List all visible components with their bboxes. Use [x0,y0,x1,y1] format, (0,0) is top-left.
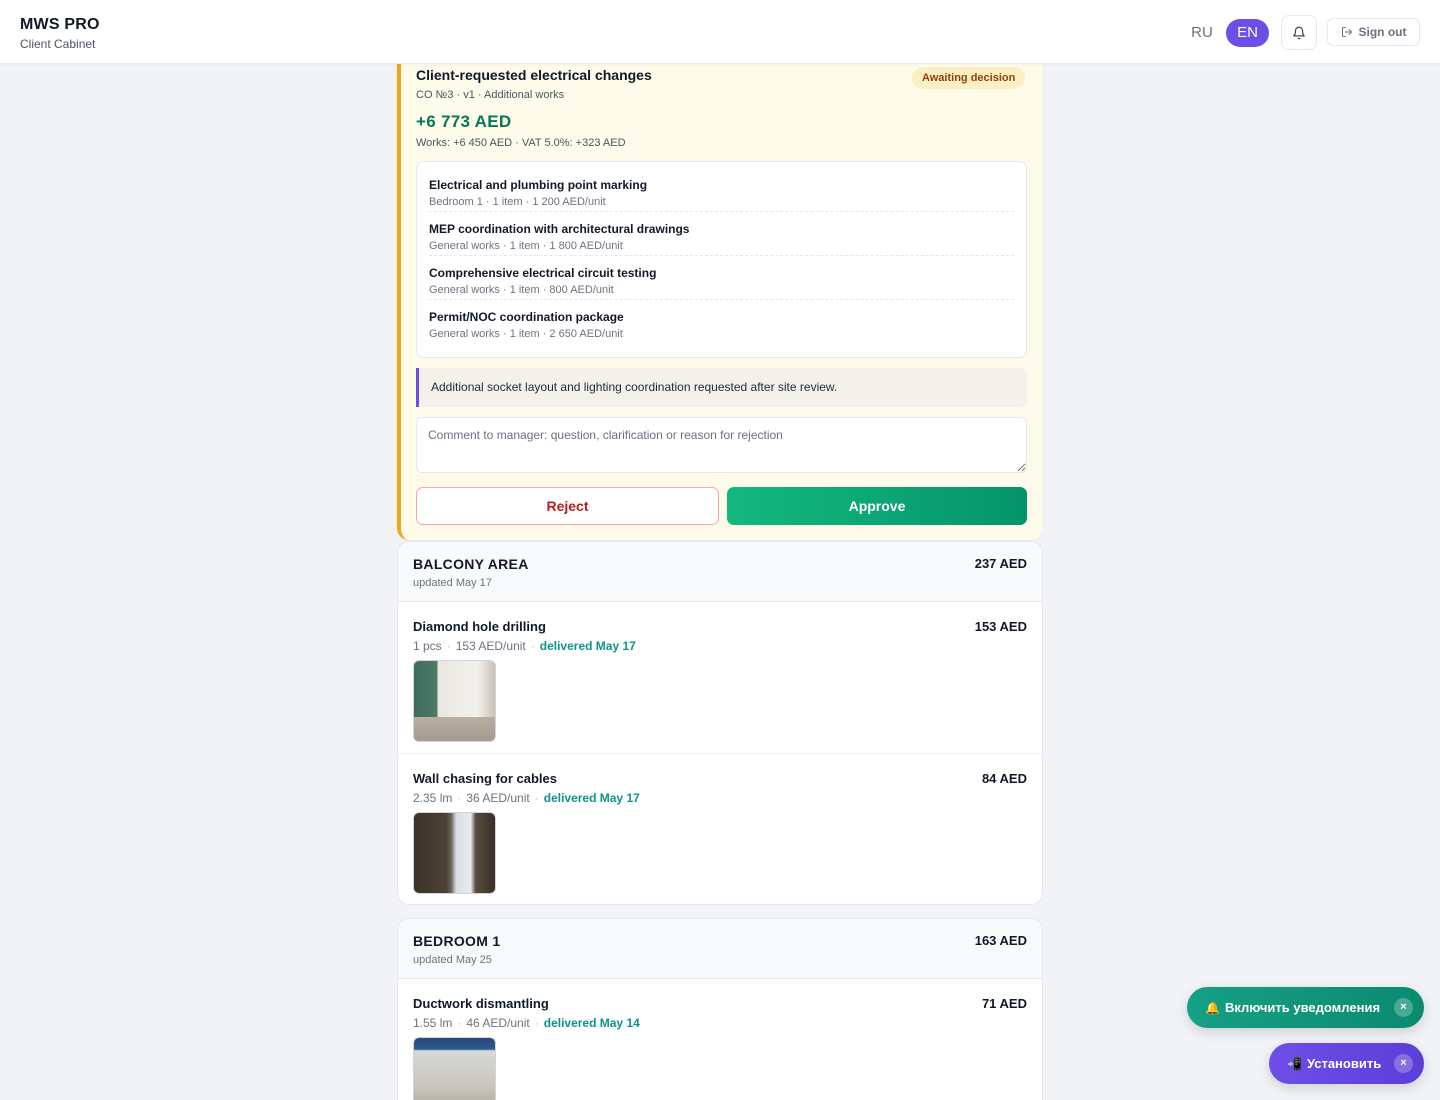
brand-subtitle: Client Cabinet [20,37,96,51]
work-row: Wall chasing for cables 84 AED 2.35 lm · 3… [398,754,1042,904]
item-name: Electrical and plumbing point marking [429,178,648,192]
list-item: Electrical and plumbing point marking Be… [429,168,1014,212]
work-photo-thumbnail[interactable] [413,1037,496,1100]
item-meta: General works · 1 item · 2 650 AED/unit [429,328,623,340]
room-card-balcony: BALCONY AREA updated May 17 237 AED Diam… [397,541,1043,905]
change-order-breakdown: Works: +6 450 AED · VAT 5.0%: +323 AED [416,137,626,149]
bell-icon [1293,26,1305,39]
install-app-button[interactable]: 📲 Установить × [1269,1043,1424,1084]
room-total: 237 AED [974,556,1027,571]
brand[interactable]: MWS PRO Client Cabinet [20,16,100,51]
manager-note: Additional socket layout and lighting co… [416,368,1027,407]
work-name: Wall chasing for cables [413,771,558,786]
work-delivered: delivered May 17 [543,791,640,805]
change-order-meta: CO №3 · v1 · Additional works [416,89,565,101]
room-updated: updated May 25 [413,954,492,966]
list-item: MEP coordination with architectural draw… [429,212,1014,256]
work-delivered: delivered May 14 [543,1016,640,1030]
change-order-amount: +6 773 AED [416,112,512,131]
work-qty: 1 pcs [413,639,442,653]
change-order-title: Client-requested electrical changes [416,67,652,83]
work-meta: 2.35 lm · 36 AED/unit · delivered May 17 [413,791,640,805]
work-photo-thumbnail[interactable] [413,660,496,742]
list-item: Comprehensive electrical circuit testing… [429,256,1014,300]
work-name: Diamond hole drilling [413,619,546,634]
room-header[interactable]: BEDROOM 1 updated May 25 163 AED [398,919,1042,979]
close-icon[interactable]: × [1394,1054,1413,1073]
item-name: Comprehensive electrical circuit testing [429,266,657,280]
work-row: Ductwork dismantling 71 AED 1.55 lm · 46 A… [398,979,1042,1100]
list-item: Permit/NOC coordination package General … [429,300,1014,344]
item-name: Permit/NOC coordination package [429,310,624,324]
work-price: 84 AED [981,771,1027,786]
comment-input[interactable] [416,417,1027,473]
lang-en-button[interactable]: EN [1226,19,1269,47]
work-qty: 2.35 lm [413,791,453,805]
install-app-label: Установить [1306,1056,1382,1071]
status-badge: Awaiting decision [912,67,1026,89]
reject-button[interactable]: Reject [416,487,719,525]
item-meta: Bedroom 1 · 1 item · 1 200 AED/unit [429,196,606,208]
lang-ru-button[interactable]: RU [1182,19,1222,47]
enable-notifications-button[interactable]: 🔔 Включить уведомления × [1187,987,1424,1028]
logout-icon [1341,27,1352,37]
room-card-bedroom-1: BEDROOM 1 updated May 25 163 AED Ductwor… [397,918,1043,1100]
item-meta: General works · 1 item · 1 800 AED/unit [429,240,623,252]
approve-button[interactable]: Approve [727,487,1027,525]
top-header: MWS PRO Client Cabinet RU EN Sign out [0,0,1440,64]
work-meta: 1.55 lm · 46 AED/unit · delivered May 14 [413,1016,640,1030]
notifications-button[interactable] [1281,15,1317,50]
work-unit-price: 36 AED/unit [466,791,530,805]
item-name: MEP coordination with architectural draw… [429,222,690,236]
work-qty: 1.55 lm [413,1016,453,1030]
work-row: Diamond hole drilling 153 AED 1 pcs · 153 … [398,602,1042,754]
room-header[interactable]: BALCONY AREA updated May 17 237 AED [398,542,1042,602]
room-name: BALCONY AREA [413,556,529,572]
work-delivered: delivered May 17 [539,639,636,653]
change-order-card: Client-requested electrical changes CO №… [397,50,1043,540]
close-icon[interactable]: × [1394,998,1413,1017]
work-price: 153 AED [974,619,1027,634]
work-name: Ductwork dismantling [413,996,549,1011]
change-order-items-list: Electrical and plumbing point marking Be… [416,161,1027,358]
sign-out-button[interactable]: Sign out [1327,18,1420,46]
work-unit-price: 153 AED/unit [455,639,526,653]
room-name: BEDROOM 1 [413,933,501,949]
work-price: 71 AED [981,996,1027,1011]
room-updated: updated May 17 [413,577,492,589]
work-meta: 1 pcs · 153 AED/unit · delivered May 17 [413,639,636,653]
work-photo-thumbnail[interactable] [413,812,496,894]
brand-title: MWS PRO [20,16,100,33]
room-total: 163 AED [974,933,1027,948]
bell-emoji-icon: 🔔 [1205,1000,1220,1015]
work-unit-price: 46 AED/unit [466,1016,530,1030]
item-meta: General works · 1 item · 800 AED/unit [429,284,614,296]
enable-notifications-label: Включить уведомления [1224,1000,1381,1015]
sign-out-label: Sign out [1358,25,1407,39]
phone-emoji-icon: 📲 [1287,1056,1302,1071]
